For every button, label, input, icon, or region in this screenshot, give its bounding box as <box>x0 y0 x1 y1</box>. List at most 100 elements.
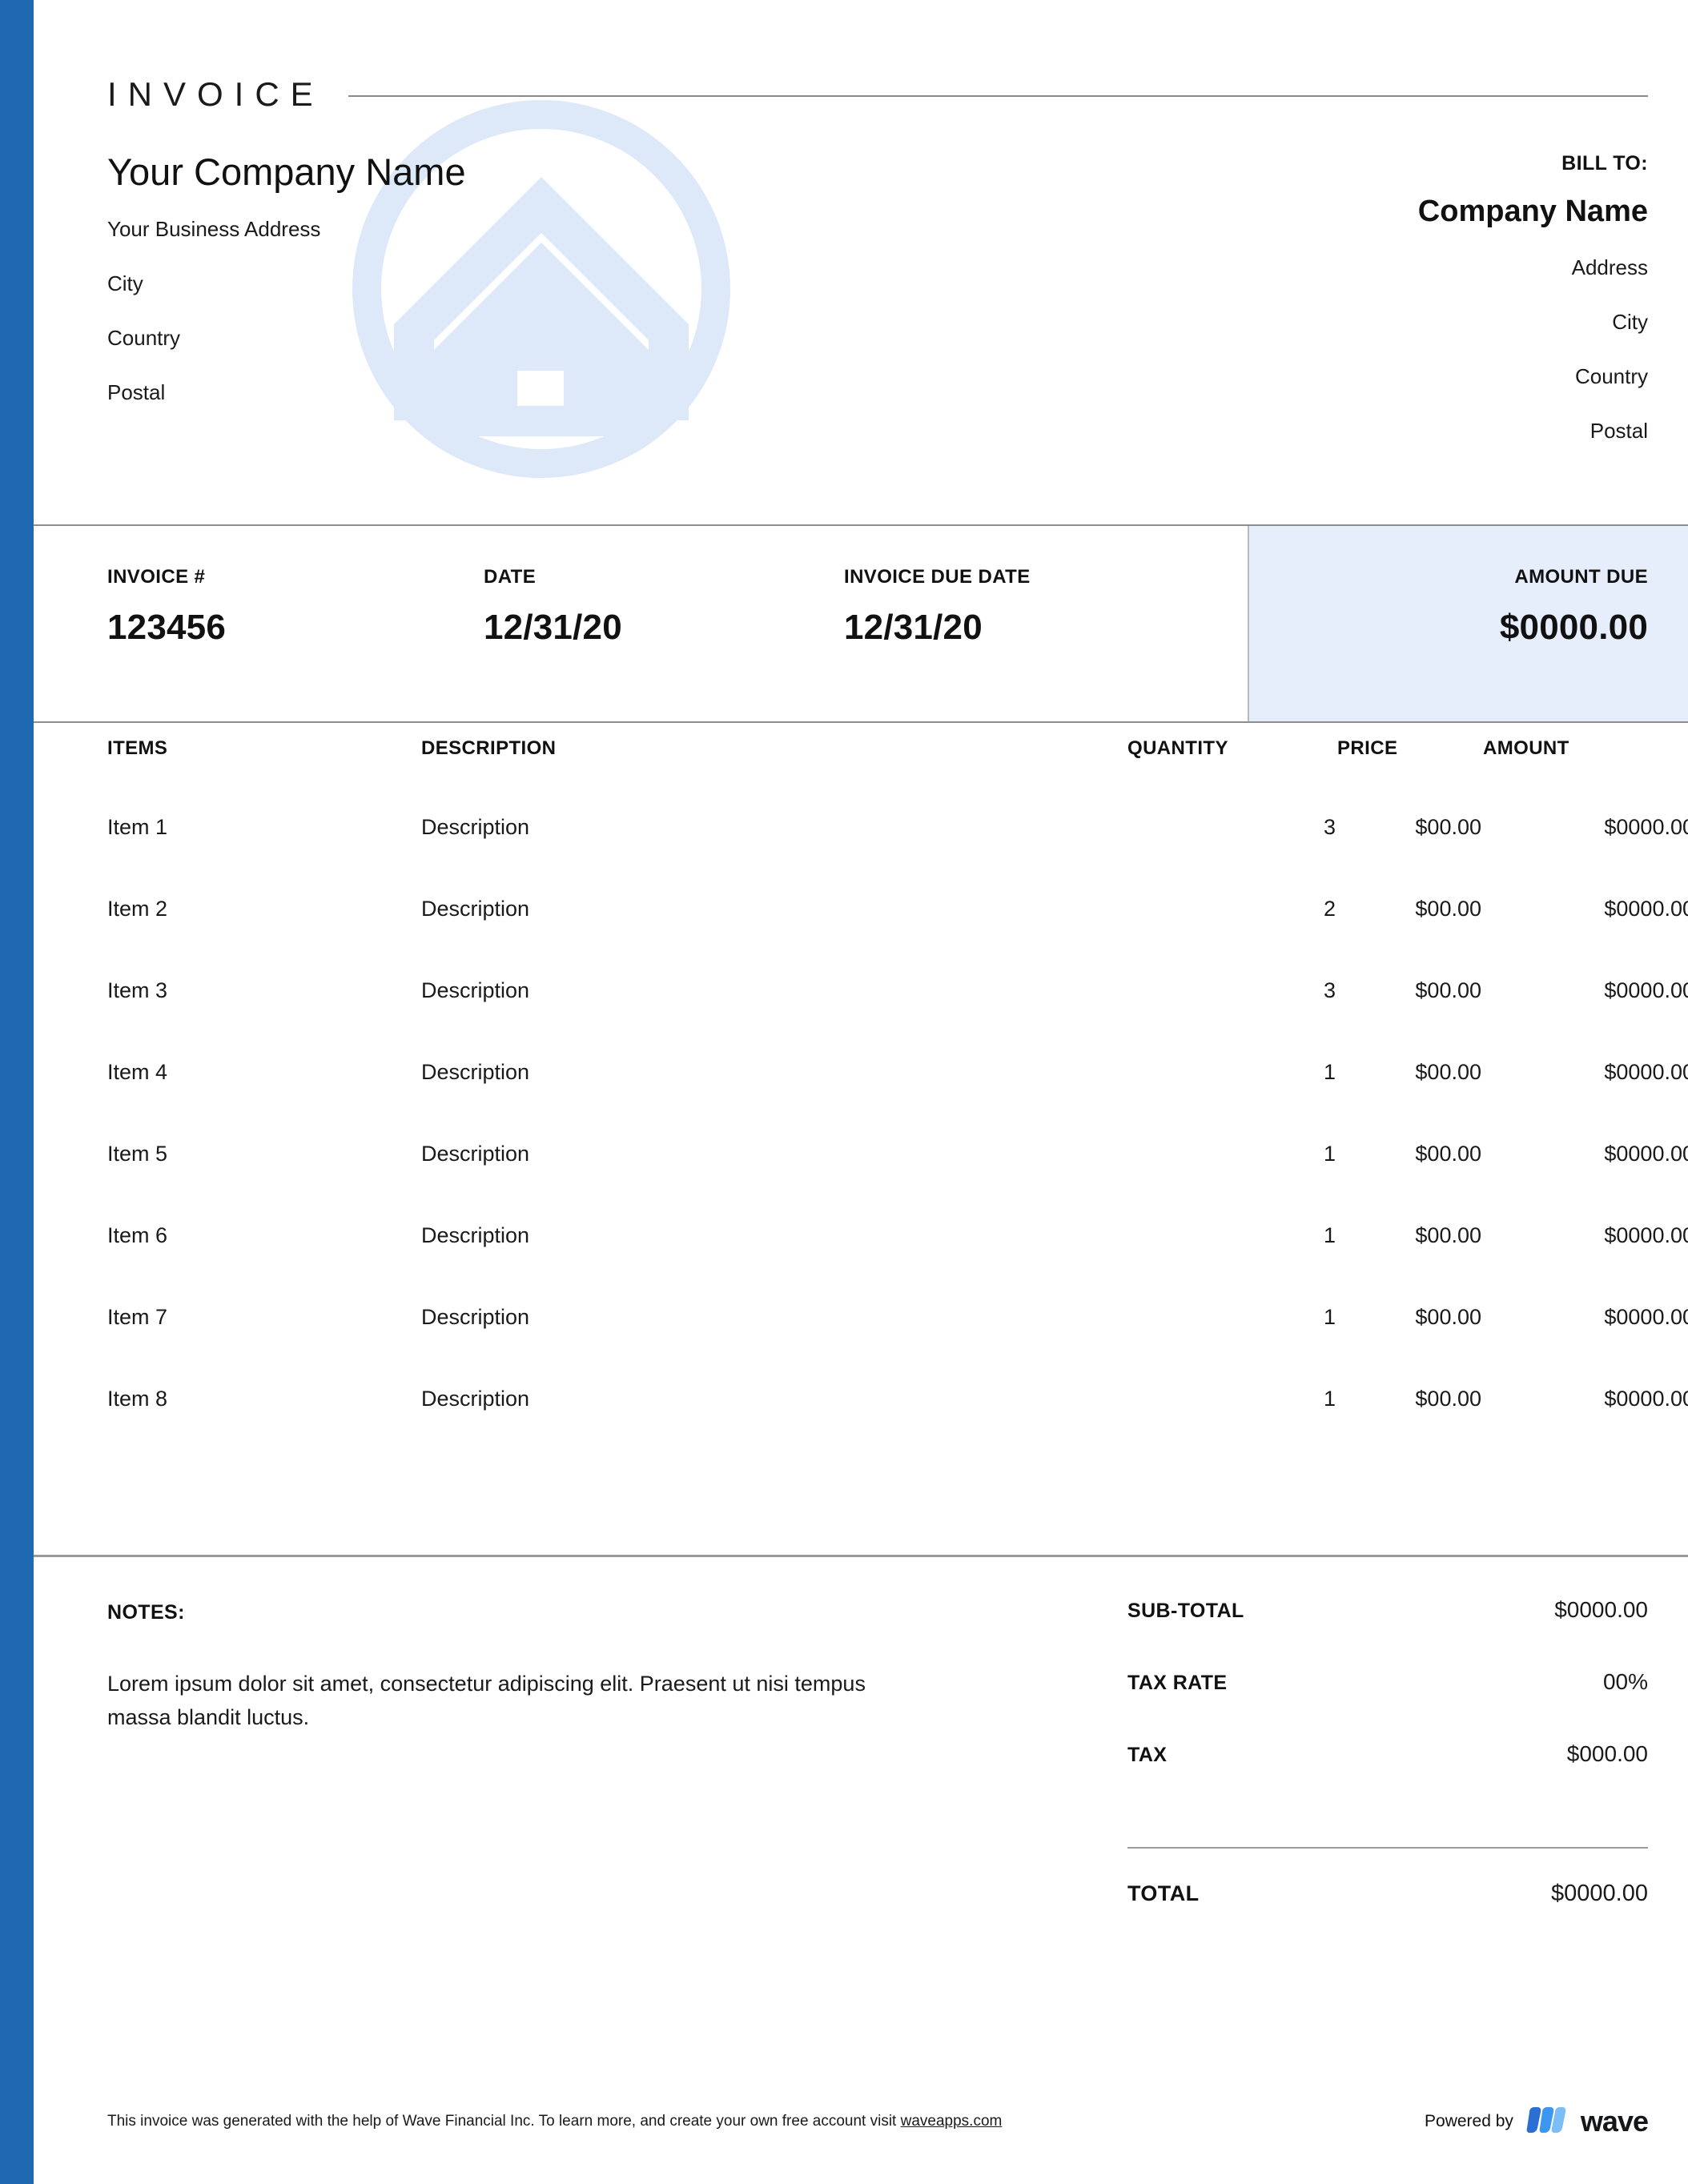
row-quantity: 1 <box>1323 1305 1336 1329</box>
grand-total-label: TOTAL <box>1127 1881 1200 1905</box>
row-item-name: Item 7 <box>107 1305 168 1329</box>
bill-to-city: City <box>1612 309 1648 334</box>
waveapps-link[interactable]: waveapps.com <box>901 2113 1003 2130</box>
row-description: Description <box>421 1142 530 1166</box>
powered-by-group: Powered by wave <box>1425 2104 1688 2140</box>
tax-rate-row: TAX RATE 00% <box>1127 1669 1648 1741</box>
grand-total-row: TOTAL $0000.00 <box>1127 1881 1648 1907</box>
page-title: INVOICE <box>107 75 324 113</box>
line-items-table: ITEMS DESCRIPTION QUANTITY PRICE AMOUNT … <box>34 737 1688 1467</box>
bill-to-postal: Postal <box>1590 418 1648 443</box>
tax-label: TAX <box>1127 1744 1168 1766</box>
amount-due-label: AMOUNT DUE <box>1514 566 1648 588</box>
row-description: Description <box>421 815 530 839</box>
row-price: $00.00 <box>1415 1142 1481 1166</box>
row-amount: $0000.00 <box>1604 1060 1688 1084</box>
column-header-amount: AMOUNT <box>1483 737 1569 759</box>
row-description: Description <box>421 1305 530 1329</box>
row-item-name: Item 6 <box>107 1223 168 1247</box>
table-row: Item 5 Description 1 $00.00 $0000.00 <box>34 1141 1688 1222</box>
table-row: Item 6 Description 1 $00.00 $0000.00 <box>34 1222 1688 1304</box>
powered-by-label: Powered by <box>1425 2112 1513 2130</box>
title-divider <box>348 95 1648 97</box>
column-header-items: ITEMS <box>107 737 168 759</box>
seller-address-group: Your Company Name Your Business Address … <box>34 152 466 528</box>
column-header-price: PRICE <box>1337 737 1398 759</box>
row-description: Description <box>421 1223 530 1247</box>
row-description: Description <box>421 1060 530 1084</box>
amount-due-value: $0000.00 <box>1499 608 1648 647</box>
row-quantity: 1 <box>1323 1387 1336 1411</box>
row-amount: $0000.00 <box>1604 1223 1688 1247</box>
row-description: Description <box>421 978 530 1002</box>
row-amount: $0000.00 <box>1604 897 1688 921</box>
column-header-description: DESCRIPTION <box>421 737 557 759</box>
row-quantity: 2 <box>1323 897 1336 921</box>
invoice-meta-strip: INVOICE # 123456 DATE 12/31/20 INVOICE D… <box>34 524 1688 723</box>
row-item-name: Item 4 <box>107 1060 168 1084</box>
wave-wordmark: wave <box>1580 2105 1649 2138</box>
bill-to-company-name: Company Name <box>1417 195 1648 228</box>
invoice-page: INVOICE Your Company Name Your Business … <box>0 0 1688 2184</box>
invoice-date-label: DATE <box>484 566 537 588</box>
row-amount: $0000.00 <box>1604 815 1688 839</box>
row-quantity: 1 <box>1323 1142 1336 1166</box>
page-footer: This invoice was generated with the help… <box>34 2098 1688 2146</box>
tax-rate-value: 00% <box>1602 1669 1648 1694</box>
row-amount: $0000.00 <box>1604 1387 1688 1411</box>
row-amount: $0000.00 <box>1604 978 1688 1002</box>
invoice-date-value: 12/31/20 <box>484 608 622 647</box>
row-price: $00.00 <box>1415 1060 1481 1084</box>
row-item-name: Item 5 <box>107 1142 168 1166</box>
row-price: $00.00 <box>1415 1223 1481 1247</box>
invoice-number-value: 123456 <box>107 608 227 647</box>
seller-address: Your Business Address <box>107 217 321 242</box>
totals-divider <box>1127 1847 1648 1849</box>
column-header-quantity: QUANTITY <box>1127 737 1228 759</box>
row-price: $00.00 <box>1415 815 1481 839</box>
row-quantity: 3 <box>1323 815 1336 839</box>
invoice-meta-fields: INVOICE # 123456 DATE 12/31/20 INVOICE D… <box>34 526 1249 721</box>
row-item-name: Item 8 <box>107 1387 168 1411</box>
row-item-name: Item 3 <box>107 978 168 1002</box>
table-row: Item 4 Description 1 $00.00 $0000.00 <box>34 1059 1688 1141</box>
bill-to-country: Country <box>1574 363 1648 388</box>
subtotal-value: $0000.00 <box>1554 1597 1648 1622</box>
amount-due-cell: AMOUNT DUE $0000.00 <box>1249 526 1688 721</box>
notes-label: NOTES: <box>107 1601 185 1624</box>
tax-row: TAX $000.00 <box>1127 1741 1648 1813</box>
notes-section: NOTES: Lorem ipsum dolor sit amet, conse… <box>107 1601 948 1735</box>
row-item-name: Item 2 <box>107 897 168 921</box>
row-description: Description <box>421 1387 530 1411</box>
row-price: $00.00 <box>1415 1387 1481 1411</box>
bill-to-group: BILL TO: Company Name Address City Count… <box>1418 152 1688 528</box>
invoice-due-date-label: INVOICE DUE DATE <box>844 566 1031 588</box>
tax-value: $000.00 <box>1566 1741 1648 1766</box>
tax-rate-label: TAX RATE <box>1127 1672 1228 1694</box>
table-header-row: ITEMS DESCRIPTION QUANTITY PRICE AMOUNT <box>34 737 1688 814</box>
row-item-name: Item 1 <box>107 815 168 839</box>
bill-to-label: BILL TO: <box>1561 152 1648 175</box>
subtotal-row: SUB-TOTAL $0000.00 <box>1127 1597 1648 1669</box>
seller-city: City <box>107 271 143 296</box>
subtotal-label: SUB-TOTAL <box>1127 1600 1244 1622</box>
invoice-number-cell: INVOICE # 123456 <box>34 526 484 721</box>
row-price: $00.00 <box>1415 1305 1481 1329</box>
footer-disclaimer: This invoice was generated with the help… <box>34 2113 1002 2130</box>
table-row: Item 8 Description 1 $00.00 $0000.00 <box>34 1386 1688 1467</box>
invoice-title-row: INVOICE <box>34 70 1688 118</box>
row-description: Description <box>421 897 530 921</box>
notes-section-divider <box>34 1555 1688 1557</box>
invoice-due-date-value: 12/31/20 <box>844 608 983 647</box>
wave-logo-icon <box>1526 2104 1568 2140</box>
address-block: Your Company Name Your Business Address … <box>34 152 1688 528</box>
line-items-section: ITEMS DESCRIPTION QUANTITY PRICE AMOUNT … <box>34 737 1688 1467</box>
row-amount: $0000.00 <box>1604 1305 1688 1329</box>
seller-country: Country <box>107 326 181 351</box>
footer-disclaimer-text: This invoice was generated with the help… <box>107 2113 901 2130</box>
left-accent-bar <box>0 0 34 2184</box>
notes-text: Lorem ipsum dolor sit amet, consectetur … <box>107 1672 866 1729</box>
table-row: Item 2 Description 2 $00.00 $0000.00 <box>34 896 1688 978</box>
invoice-number-label: INVOICE # <box>107 566 206 588</box>
row-amount: $0000.00 <box>1604 1142 1688 1166</box>
